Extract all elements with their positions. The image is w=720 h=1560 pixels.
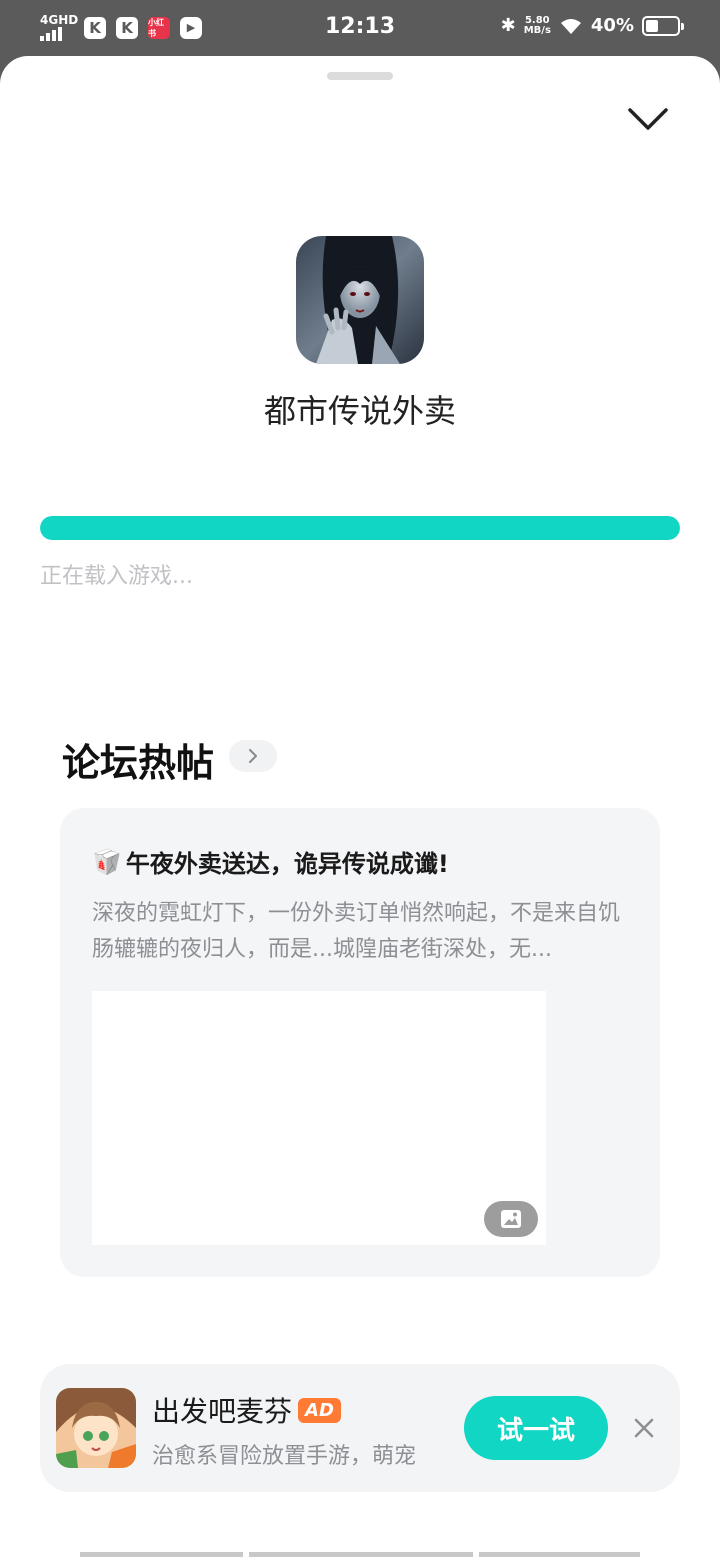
loading-progress-fill — [40, 516, 680, 540]
try-button[interactable]: 试一试 — [464, 1396, 608, 1460]
ad-app-name: 出发吧麦芬 AD — [152, 1390, 341, 1430]
status-bar: 4GHD K K 小红书 ▶ 12:13 ✱ 5.80 MB/s 40% — [0, 0, 720, 56]
bluetooth-icon: ✱ — [500, 15, 516, 36]
post-excerpt: 深夜的霓虹灯下，一份外卖订单悄然响起，不是来自饥肠辘辘的夜归人，而是...城隍庙… — [92, 901, 621, 962]
ad-description: 治愈系冒险放置手游，萌宠 — [152, 1444, 417, 1469]
takeout-box-icon: 🥡 — [92, 847, 122, 876]
chevron-down-icon[interactable] — [624, 100, 672, 140]
forum-section-title: 论坛热帖 — [62, 741, 215, 785]
ad-badge: AD — [298, 1397, 341, 1423]
image-icon — [484, 1201, 538, 1237]
bottom-divider — [80, 1552, 640, 1558]
game-icon — [296, 236, 424, 364]
game-title: 都市传说外卖 — [263, 392, 456, 430]
post-title: 🥡 午夜外卖送达，诡异传说成谶! — [92, 847, 449, 879]
close-icon[interactable] — [628, 1412, 660, 1444]
ad-app-icon — [56, 1388, 136, 1468]
battery-percent: 40% — [590, 15, 634, 36]
chevron-right-icon[interactable] — [229, 740, 277, 772]
network-speed: 5.80 MB/s — [523, 14, 551, 36]
post-image[interactable] — [92, 991, 546, 1245]
forum-post-card[interactable]: 🥡 午夜外卖送达，诡异传说成谶! 深夜的霓虹灯下，一份外卖订单悄然响起，不是来自… — [60, 808, 660, 1277]
loading-progress-bar — [40, 516, 680, 540]
battery-icon — [642, 15, 684, 36]
drag-handle[interactable] — [327, 72, 393, 80]
loading-status-text: 正在载入游戏... — [40, 564, 193, 589]
ad-banner[interactable]: 出发吧麦芬 AD 治愈系冒险放置手游，萌宠 试一试 — [40, 1364, 680, 1492]
wifi-icon — [560, 18, 581, 34]
game-loading-sheet: 都市传说外卖 正在载入游戏... 论坛热帖 🥡 午夜外卖送达，诡异传说成谶! 深… — [0, 56, 720, 1560]
